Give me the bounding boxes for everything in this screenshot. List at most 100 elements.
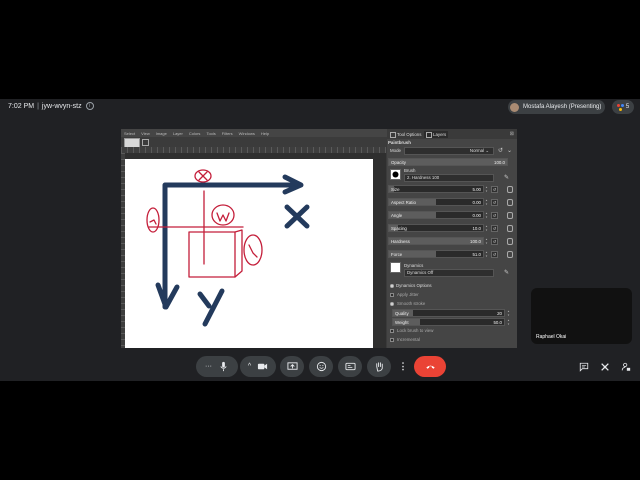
self-tile-name: Raphael Okai <box>536 334 567 340</box>
weight-value: 50.0 <box>493 320 502 325</box>
present-button[interactable] <box>280 356 304 377</box>
slider-spinner[interactable]: ▴ ▾ <box>484 224 489 232</box>
mode-select[interactable]: Normal ⌄ <box>404 147 494 155</box>
tool-name: Paintbrush <box>388 140 411 145</box>
mic-button[interactable]: ··· <box>196 356 238 377</box>
chain-link-icon[interactable] <box>507 211 513 219</box>
weight-label: Weight <box>395 320 409 325</box>
people-icon <box>616 103 624 111</box>
presenter-chip[interactable]: Mostafa Alayesh (Presenting) <box>508 100 606 114</box>
slider-size[interactable]: Size 5.00 <box>388 185 484 193</box>
reset-icon[interactable]: ↺ <box>491 250 498 258</box>
chain-link-icon[interactable] <box>507 224 513 232</box>
edit-brush-icon[interactable]: ✎ <box>504 175 510 181</box>
slider-spinner[interactable]: ▴ ▾ <box>484 185 489 193</box>
chat-button[interactable] <box>577 360 591 374</box>
tab-layers[interactable]: Layers <box>424 131 449 138</box>
present-screen-icon <box>286 362 298 370</box>
reset-mode-icon[interactable]: ↺ <box>498 148 504 154</box>
emoji-icon <box>316 361 326 372</box>
slider-spinner[interactable]: ▴ ▾ <box>484 198 489 206</box>
end-call-button[interactable] <box>414 356 446 377</box>
captions-button[interactable] <box>338 356 362 377</box>
host-controls-button[interactable] <box>619 360 633 374</box>
chain-link-icon[interactable] <box>507 250 513 258</box>
menu-help[interactable]: Help <box>261 131 269 136</box>
reset-icon[interactable]: ↺ <box>491 224 498 232</box>
lock-brush-checkbox[interactable] <box>390 329 394 333</box>
brush-circle-icon <box>392 171 399 178</box>
new-image-tab-icon[interactable] <box>142 139 149 146</box>
chain-link-icon[interactable] <box>507 185 513 193</box>
reset-icon[interactable]: ↺ <box>491 185 498 193</box>
dynamics-options-expander[interactable] <box>390 284 394 288</box>
separator: | <box>37 102 39 110</box>
slider-spinner[interactable]: ▴ ▾ <box>484 250 489 258</box>
menu-colors[interactable]: Colors <box>189 131 201 136</box>
chevron-down-icon[interactable]: ⌄ <box>507 148 513 154</box>
reset-icon[interactable]: ↺ <box>491 211 498 219</box>
tab-tool-options[interactable]: Tool Options <box>388 131 423 138</box>
menu-view[interactable]: View <box>141 131 150 136</box>
slider-value: 0.00 <box>472 213 481 218</box>
brush-value: 2. Hardness 100 <box>407 175 440 180</box>
quality-value: 20 <box>497 311 502 316</box>
image-tabs <box>121 137 386 148</box>
call-controls: ··· ^ ⋮ <box>0 354 640 380</box>
menu-select[interactable]: Select <box>124 131 135 136</box>
meet-top-bar: 7:02 PM | jyw-wvyn-stz i Mostafa Alayesh (P… <box>0 99 640 117</box>
slider-aspect-ratio[interactable]: Aspect Ratio 0.00 <box>388 198 484 206</box>
menu-image[interactable]: Image <box>156 131 167 136</box>
camera-icon <box>258 363 268 370</box>
dynamics-label: Dynamics <box>404 263 424 268</box>
more-vert-button[interactable]: ⋮ <box>396 356 410 377</box>
slider-label: Hardness <box>391 239 410 244</box>
menu-layer[interactable]: Layer <box>173 131 183 136</box>
opacity-slider[interactable]: Opacity 100.0 <box>388 158 508 166</box>
brush-select[interactable]: 2. Hardness 100 <box>404 174 494 182</box>
menu-filters[interactable]: Filters <box>222 131 233 136</box>
red-square <box>188 231 236 278</box>
weight-slider[interactable]: Weight 50.0 <box>392 318 505 326</box>
self-video-tile[interactable]: Raphael Okai <box>531 288 632 344</box>
weight-spinner[interactable]: ▴ ▾ <box>506 318 511 326</box>
meet-stage: 7:02 PM | jyw-wvyn-stz i Mostafa Alayesh (P… <box>0 99 640 381</box>
raise-hand-button[interactable] <box>367 356 391 377</box>
chain-link-icon[interactable] <box>507 237 513 245</box>
layers-icon <box>426 131 432 138</box>
menu-windows[interactable]: Windows <box>239 131 255 136</box>
dynamics-select[interactable]: Dynamics Off <box>404 269 494 277</box>
emoji-button[interactable] <box>309 356 333 377</box>
edit-dynamics-icon[interactable]: ✎ <box>504 270 510 276</box>
square-depth <box>234 229 243 278</box>
drawing-canvas[interactable] <box>125 159 373 348</box>
incremental-label: Incremental <box>397 337 420 342</box>
activities-button[interactable] <box>598 360 612 374</box>
slider-hardness[interactable]: Hardness 100.0 <box>388 237 484 245</box>
quality-spinner[interactable]: ▴ ▾ <box>506 309 511 317</box>
apply-jitter-checkbox[interactable] <box>390 293 394 297</box>
menu-tools[interactable]: Tools <box>206 131 215 136</box>
axis-lines <box>162 182 300 310</box>
axes-strokes <box>155 174 304 310</box>
letter-x-mark <box>284 204 310 229</box>
slider-force[interactable]: Force 51.0 <box>388 250 484 258</box>
reset-icon[interactable]: ↺ <box>491 237 498 245</box>
close-icon[interactable]: ⊠ <box>510 131 514 137</box>
opacity-fill <box>389 159 507 165</box>
brush-preview[interactable] <box>390 169 401 180</box>
dynamics-preview[interactable] <box>390 262 401 273</box>
slider-angle[interactable]: Angle 0.00 <box>388 211 484 219</box>
slider-spacing[interactable]: Spacing 10.0 <box>388 224 484 232</box>
reset-icon[interactable]: ↺ <box>491 198 498 206</box>
chain-link-icon[interactable] <box>507 198 513 206</box>
slider-spinner[interactable]: ▴ ▾ <box>484 237 489 245</box>
participants-chip[interactable]: 5 <box>612 100 634 114</box>
camera-button[interactable]: ^ <box>240 356 276 377</box>
slider-spinner[interactable]: ▴ ▾ <box>484 211 489 219</box>
info-icon[interactable]: i <box>85 102 94 110</box>
smooth-stroke-checkbox[interactable] <box>390 302 394 306</box>
slider-label: Size <box>391 187 400 192</box>
incremental-checkbox[interactable] <box>390 338 394 342</box>
quality-slider[interactable]: Quality 20 <box>392 309 505 317</box>
